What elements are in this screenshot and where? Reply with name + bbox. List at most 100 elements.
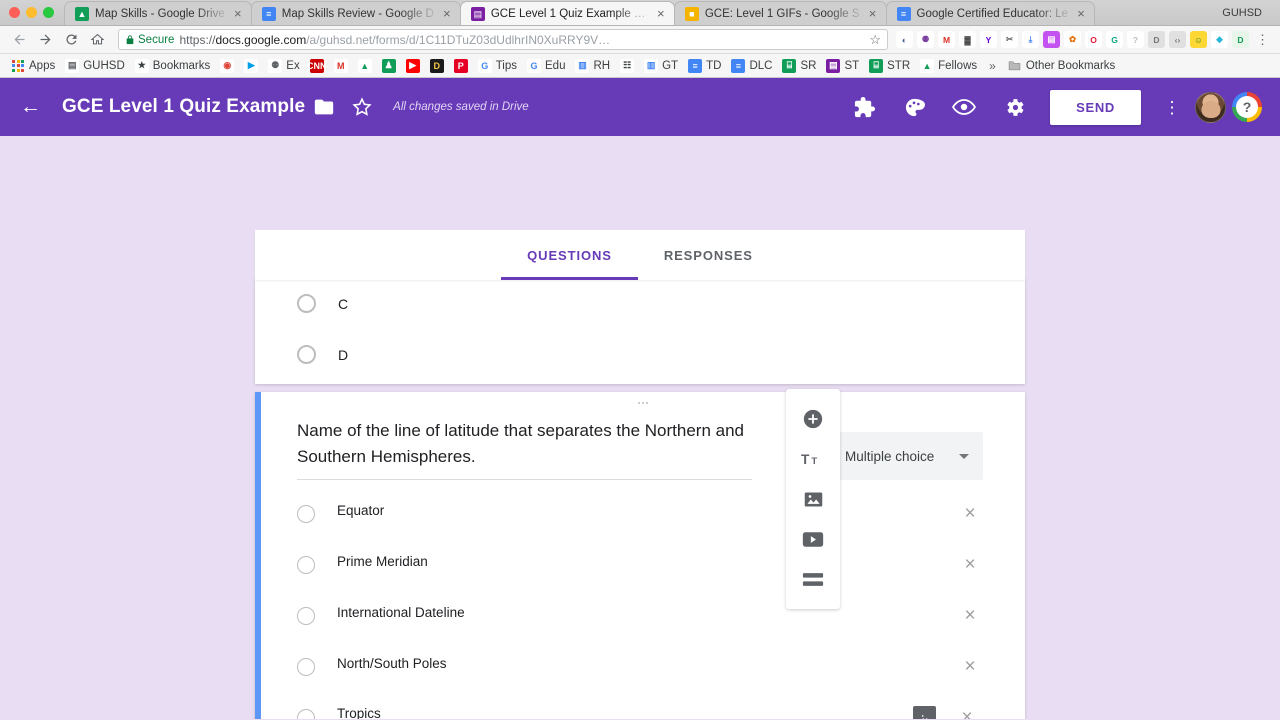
settings-button[interactable] [992, 87, 1036, 127]
add-image-button[interactable] [786, 479, 840, 519]
help-extension[interactable]: ? [1127, 31, 1144, 48]
theme-button[interactable] [892, 87, 936, 127]
answer-option-input[interactable]: Tropics [337, 706, 913, 720]
yahoo-extension[interactable]: Y [980, 31, 997, 48]
minimize-window-button[interactable] [26, 7, 37, 18]
bookmark-tips[interactable]: G Tips [473, 57, 522, 75]
browser-tab-1[interactable]: ≡ Map Skills Review - Google D × [250, 1, 461, 25]
dropbox-extension[interactable]: D [1232, 31, 1249, 48]
preview-button[interactable] [942, 87, 986, 127]
maximize-window-button[interactable] [43, 7, 54, 18]
screencastify-extension[interactable]: ⚉ [917, 31, 934, 48]
bookmark-gmail-icon[interactable]: M [329, 57, 353, 75]
tab-responses[interactable]: RESPONSES [638, 230, 779, 280]
bookmark-dlc[interactable]: ≡ DLC [726, 57, 777, 75]
bookmark-apps[interactable]: Apps [6, 57, 60, 75]
browser-tab-2[interactable]: ▤ GCE Level 1 Quiz Example - G × [459, 1, 675, 25]
other-bookmarks-folder[interactable]: Other Bookmarks [1003, 57, 1120, 75]
form-title[interactable]: GCE Level 1 Quiz Example [62, 96, 305, 118]
answer-option-row[interactable]: Equator × [297, 488, 983, 539]
forward-button[interactable] [34, 29, 56, 51]
bookmark-sr[interactable]: ⌸ SR [777, 57, 821, 75]
bookmark-edu[interactable]: G Edu [522, 57, 570, 75]
bookmark-rh[interactable]: ▥ RH [570, 57, 615, 75]
download-extension[interactable]: ⤓ [1022, 31, 1039, 48]
bookmark-pinterest-icon[interactable]: P [449, 57, 473, 75]
pocket-extension[interactable]: ◐ [896, 31, 913, 48]
answer-option-row[interactable]: Prime Meridian × [297, 539, 983, 590]
bookmark-gt[interactable]: ▥ GT [639, 57, 683, 75]
add-video-button[interactable] [786, 519, 840, 559]
answer-option-row[interactable]: Tropics × [297, 692, 983, 719]
answer-option-input[interactable]: Equator [337, 503, 957, 525]
help-button[interactable]: ? [1232, 92, 1262, 122]
bookmark-play-store-icon[interactable]: ▶ [239, 57, 263, 75]
more-options-button[interactable]: ⋮ [1155, 99, 1189, 116]
answer-option-input[interactable]: North/South Poles [337, 656, 957, 678]
remove-option-button[interactable]: × [957, 554, 983, 576]
addons-button[interactable] [842, 87, 886, 127]
diamond-extension[interactable]: ◆ [1211, 31, 1228, 48]
remove-option-button[interactable]: × [957, 605, 983, 627]
close-tab-button[interactable]: × [1074, 6, 1088, 21]
browser-profile-chip[interactable]: GUHSD [1212, 4, 1272, 22]
radio-unselected-icon[interactable] [297, 345, 316, 364]
bookmark-library-icon[interactable]: ☷ [615, 57, 639, 75]
list-item[interactable]: D [297, 329, 983, 380]
close-tab-button[interactable]: × [231, 6, 245, 21]
answer-option-input[interactable]: Prime Meridian [337, 554, 957, 576]
forms-back-button[interactable]: ← [20, 95, 52, 119]
bookmark-st[interactable]: ▤ ST [821, 57, 864, 75]
bookmark-google-drive-icon[interactable]: ▲ [353, 57, 377, 75]
contacts-extension[interactable]: ☺ [1190, 31, 1207, 48]
add-section-button[interactable] [786, 559, 840, 599]
add-title-button[interactable]: TT [786, 439, 840, 479]
close-tab-button[interactable]: × [440, 6, 454, 21]
bookmark-ex[interactable]: ⚉ Ex [263, 57, 304, 75]
colorwheel-extension[interactable]: ✿ [1064, 31, 1081, 48]
add-image-to-option-button[interactable] [913, 706, 936, 719]
user-avatar[interactable] [1195, 91, 1226, 123]
film-extension[interactable]: ▓ [959, 31, 976, 48]
grammarly-extension[interactable]: G [1106, 31, 1123, 48]
reload-button[interactable] [60, 29, 82, 51]
home-button[interactable] [86, 29, 108, 51]
bookmark-dashboard-d-icon[interactable]: D [425, 57, 449, 75]
back-button[interactable] [8, 29, 30, 51]
docs-gray-extension[interactable]: D [1148, 31, 1165, 48]
bookmark-chrome-icon[interactable]: ◉ [215, 57, 239, 75]
bookmark-guhsd[interactable]: ▤ GUHSD [60, 57, 130, 75]
bookmark-youtube-icon[interactable]: ▶ [401, 57, 425, 75]
remove-option-button[interactable]: × [957, 656, 983, 678]
close-tab-button[interactable]: × [654, 6, 668, 21]
bookmark-fellows[interactable]: ▲ Fellows [915, 57, 982, 75]
star-form-button[interactable] [343, 96, 381, 118]
bookmark-contacts-icon[interactable]: ♟ [377, 57, 401, 75]
drag-handle[interactable] [261, 402, 1025, 404]
question-title-input[interactable]: Name of the line of latitude that separa… [297, 418, 752, 480]
scissors-extension[interactable]: ✂ [1001, 31, 1018, 48]
move-to-folder-button[interactable] [305, 96, 343, 118]
active-question-card[interactable]: Name of the line of latitude that separa… [255, 392, 1025, 719]
bookmark-td[interactable]: ≡ TD [683, 57, 726, 75]
chrome-menu-button[interactable]: ⋮ [1253, 32, 1272, 48]
add-question-button[interactable] [786, 399, 840, 439]
remove-option-button[interactable]: × [957, 503, 983, 525]
browser-tab-3[interactable]: ■ GCE: Level 1 GIFs - Google S × [673, 1, 887, 25]
bookmarks-overflow-button[interactable]: » [984, 59, 1001, 73]
news-extension[interactable]: ▤ [1043, 31, 1060, 48]
bookmark-star-icon[interactable]: ☆ [869, 32, 881, 48]
send-button[interactable]: SEND [1050, 89, 1141, 125]
answer-option-row[interactable]: International Dateline × [297, 590, 983, 641]
chevron-down-icon[interactable] [959, 453, 969, 459]
close-window-button[interactable] [9, 7, 20, 18]
opera-extension[interactable]: O [1085, 31, 1102, 48]
answer-option-row[interactable]: North/South Poles × [297, 641, 983, 692]
remove-option-button[interactable]: × [954, 707, 980, 720]
bookmark-bookmarks[interactable]: ★ Bookmarks [130, 57, 216, 75]
code-extension[interactable]: ‹› [1169, 31, 1186, 48]
browser-tab-4[interactable]: ≡ Google Certified Educator: Le × [885, 1, 1096, 25]
bookmark-str[interactable]: ⌸ STR [864, 57, 915, 75]
window-controls[interactable] [0, 7, 64, 25]
previous-question-card[interactable]: C D [255, 278, 1025, 384]
